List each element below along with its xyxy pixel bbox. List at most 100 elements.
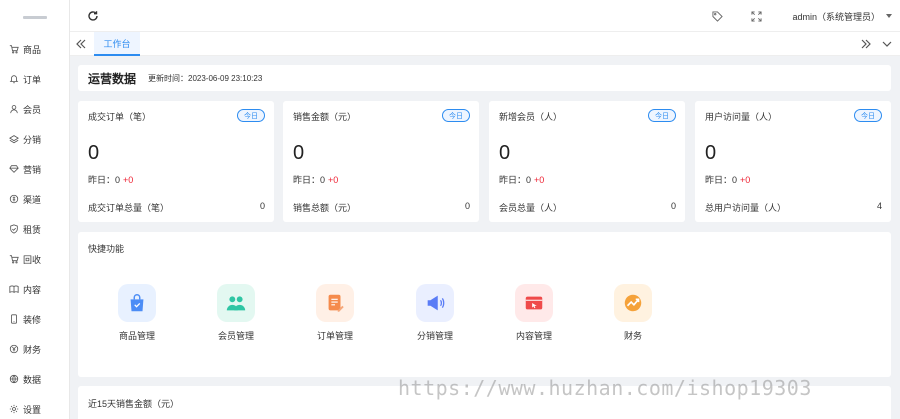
today-badge[interactable]: 今日 xyxy=(854,109,882,122)
today-badge[interactable]: 今日 xyxy=(237,109,265,122)
stat-value: 0 xyxy=(88,142,100,164)
sidebar-item-rental[interactable]: 租赁 xyxy=(0,214,69,244)
sidebar-item-settings[interactable]: 设置 xyxy=(0,394,69,419)
total-label: 总用户访问量（人） xyxy=(705,203,787,213)
finance-icon xyxy=(614,284,652,322)
quick-label: 内容管理 xyxy=(515,331,552,341)
sidebar-item-channel[interactable]: 渠道 xyxy=(0,184,69,214)
sidebar-item-label: 会员 xyxy=(23,104,42,115)
quick-label: 财务 xyxy=(623,331,642,341)
coin-icon xyxy=(8,194,19,205)
sidebar-item-label: 数据 xyxy=(23,374,42,385)
sidebar-item-recycle[interactable]: 回收 xyxy=(0,244,69,274)
section-title: 近15天销售金额（元） xyxy=(88,399,180,409)
quick-label: 分销管理 xyxy=(416,331,453,341)
stat-card-orders: 成交订单（笔） 今日 0 昨日：0 +0 成交订单总量（笔） 0 xyxy=(78,101,274,222)
sidebar-item-data[interactable]: 数据 xyxy=(0,364,69,394)
phone-icon xyxy=(8,314,19,325)
order-icon xyxy=(316,284,354,322)
today-badge[interactable]: 今日 xyxy=(648,109,676,122)
quick-orders-manage[interactable]: 订单管理 xyxy=(305,284,365,342)
sidebar-item-orders[interactable]: 订单 xyxy=(0,64,69,94)
shopping-bag-icon xyxy=(118,284,156,322)
members-icon xyxy=(217,284,255,322)
sidebar-item-distribution[interactable]: 分销 xyxy=(0,124,69,154)
sidebar-item-label: 营销 xyxy=(23,164,42,175)
sidebar-item-label: 财务 xyxy=(23,344,42,355)
diamond-icon xyxy=(8,164,19,175)
user-menu[interactable]: admin（系统管理员） xyxy=(792,10,880,23)
quick-functions: 快捷功能 商品管理 会员管理 订单管理 分销管理 内容管理 财务 xyxy=(78,232,891,377)
stat-value: 0 xyxy=(705,142,717,164)
total-value: 0 xyxy=(464,201,470,211)
double-chevron-right-icon[interactable] xyxy=(860,38,872,50)
sidebar-item-finance[interactable]: 财务 xyxy=(0,334,69,364)
sidebar-item-label: 装修 xyxy=(23,314,42,325)
tag-icon[interactable] xyxy=(712,10,724,22)
quick-label: 会员管理 xyxy=(217,331,254,341)
stat-card-visits: 用户访问量（人） 今日 0 昨日：0 +0 总用户访问量（人） 4 xyxy=(695,101,891,222)
stat-label: 新增会员（人） xyxy=(499,112,563,122)
logo[interactable] xyxy=(0,0,69,34)
quick-label: 商品管理 xyxy=(118,331,155,341)
bell-icon xyxy=(8,74,19,85)
sidebar: 商品 订单 会员 分销 营销 渠道 租赁 回收 内容 装修 财务 数据 设置 xyxy=(0,0,70,419)
sidebar-item-label: 渠道 xyxy=(23,194,42,205)
yesterday-line: 昨日：0 +0 xyxy=(88,175,134,185)
double-chevron-left-icon[interactable] xyxy=(76,38,86,50)
quick-finance[interactable]: 财务 xyxy=(603,284,663,342)
sidebar-item-label: 分销 xyxy=(23,134,42,145)
sidebar-item-label: 设置 xyxy=(23,404,42,415)
overview-header: 运营数据 更新时间：2023-06-09 23:10:23 xyxy=(78,65,891,91)
sidebar-item-label: 订单 xyxy=(23,74,42,85)
gear-icon xyxy=(8,404,19,415)
chevron-down-icon[interactable] xyxy=(881,38,893,50)
section-title: 快捷功能 xyxy=(88,244,125,254)
quick-content-manage[interactable]: 内容管理 xyxy=(504,284,564,342)
cart-icon xyxy=(8,254,19,265)
sales-chart-card: 近15天销售金额（元） xyxy=(78,386,891,419)
shield-icon xyxy=(8,224,19,235)
total-value: 4 xyxy=(876,201,882,211)
sidebar-item-members[interactable]: 会员 xyxy=(0,94,69,124)
tab-bar: 工作台 xyxy=(70,32,900,56)
stat-label: 成交订单（笔） xyxy=(88,112,152,122)
sidebar-item-marketing[interactable]: 营销 xyxy=(0,154,69,184)
sidebar-item-label: 商品 xyxy=(23,44,42,55)
sidebar-item-label: 租赁 xyxy=(23,224,42,235)
yesterday-line: 昨日：0 +0 xyxy=(705,175,751,185)
money-icon xyxy=(8,344,19,355)
caret-down-icon[interactable] xyxy=(886,14,892,18)
user-icon xyxy=(8,104,19,115)
today-badge[interactable]: 今日 xyxy=(442,109,470,122)
total-value: 0 xyxy=(259,201,265,211)
quick-label: 订单管理 xyxy=(316,331,353,341)
sidebar-item-content[interactable]: 内容 xyxy=(0,274,69,304)
layers-icon xyxy=(8,134,19,145)
quick-distribution-manage[interactable]: 分销管理 xyxy=(405,284,465,342)
sidebar-item-label: 内容 xyxy=(23,284,42,295)
sidebar-item-goods[interactable]: 商品 xyxy=(0,34,69,64)
quick-members-manage[interactable]: 会员管理 xyxy=(206,284,266,342)
update-time: 更新时间：2023-06-09 23:10:23 xyxy=(148,73,263,83)
refresh-icon[interactable] xyxy=(87,10,99,22)
content-icon xyxy=(515,284,553,322)
total-value: 0 xyxy=(670,201,676,211)
total-label: 销售总额（元） xyxy=(293,203,357,213)
sidebar-item-label: 回收 xyxy=(23,254,42,265)
cart-icon xyxy=(8,44,19,55)
tab-workbench[interactable]: 工作台 xyxy=(94,32,140,56)
stat-value: 0 xyxy=(499,142,511,164)
total-label: 会员总量（人） xyxy=(499,203,563,213)
stat-value: 0 xyxy=(293,142,305,164)
stat-card-sales: 销售金额（元） 今日 0 昨日：0 +0 销售总额（元） 0 xyxy=(283,101,479,222)
yesterday-line: 昨日：0 +0 xyxy=(499,175,545,185)
quick-goods-manage[interactable]: 商品管理 xyxy=(107,284,167,342)
fullscreen-icon[interactable] xyxy=(751,10,763,22)
sidebar-item-decoration[interactable]: 装修 xyxy=(0,304,69,334)
yesterday-line: 昨日：0 +0 xyxy=(293,175,339,185)
top-header: admin（系统管理员） xyxy=(70,0,900,32)
page-title: 运营数据 xyxy=(88,71,137,86)
megaphone-icon xyxy=(416,284,454,322)
globe-icon xyxy=(8,374,19,385)
